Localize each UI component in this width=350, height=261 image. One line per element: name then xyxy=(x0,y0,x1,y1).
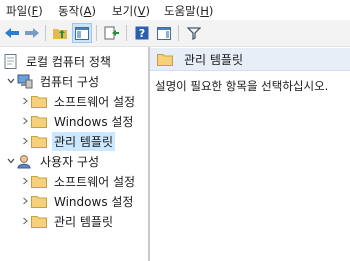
tree-item-label: Windows 설정 xyxy=(54,194,134,209)
help-icon[interactable]: ? xyxy=(132,23,152,43)
tree-item-label: 관리 템플릿 xyxy=(52,131,116,151)
tree-item-computer-windows-settings[interactable]: Windows 설정 xyxy=(20,111,135,131)
menu-bar: 파일(F) 동작(A) 보기(V) 도움말(H) xyxy=(0,0,350,20)
menu-view[interactable]: 보기(V) xyxy=(112,3,150,19)
tree-item-computer-admin-templates[interactable]: 관리 템플릿 xyxy=(20,131,116,151)
tree-item-computer-config[interactable]: 컴퓨터 구성 xyxy=(6,71,101,91)
tree-item-user-config[interactable]: 사용자 구성 xyxy=(6,151,101,171)
tree-item-label: 컴퓨터 구성 xyxy=(40,74,100,89)
folder-icon xyxy=(30,213,48,229)
tree-item-computer-software-settings[interactable]: 소프트웨어 설정 xyxy=(20,91,137,111)
filter-icon[interactable] xyxy=(184,23,204,43)
menu-help[interactable]: 도움말(H) xyxy=(164,3,213,19)
toolbar-separator xyxy=(45,25,46,41)
chevron-right-icon[interactable] xyxy=(20,193,30,209)
toolbar-separator xyxy=(178,25,179,41)
chevron-down-icon[interactable] xyxy=(6,153,16,169)
export-list-icon[interactable] xyxy=(102,23,122,43)
folder-icon xyxy=(30,173,48,189)
tree-item-user-windows-settings[interactable]: Windows 설정 xyxy=(20,191,135,211)
forward-arrow-icon[interactable] xyxy=(22,23,42,43)
svg-text:?: ? xyxy=(139,27,145,40)
back-arrow-icon[interactable] xyxy=(2,23,22,43)
folder-icon xyxy=(30,93,48,109)
toolbar-separator xyxy=(96,25,97,41)
tree-item-label: 로컬 컴퓨터 정책 xyxy=(26,54,111,69)
up-folder-icon[interactable] xyxy=(50,23,70,43)
detail-pane: 관리 템플릿 설명이 필요한 항목을 선택하십시오. xyxy=(150,47,350,261)
detail-header: 관리 템플릿 xyxy=(150,48,350,71)
user-icon xyxy=(16,153,34,169)
chevron-down-icon[interactable] xyxy=(6,73,16,89)
chevron-right-icon[interactable] xyxy=(20,133,30,149)
tree-item-label: Windows 설정 xyxy=(54,114,134,129)
chevron-right-icon[interactable] xyxy=(20,113,30,129)
policy-document-icon xyxy=(2,53,20,69)
show-hide-action-pane-icon[interactable] xyxy=(154,23,174,43)
tree-item-label: 관리 템플릿 xyxy=(54,214,114,229)
chevron-right-icon[interactable] xyxy=(20,93,30,109)
chevron-right-icon[interactable] xyxy=(20,213,30,229)
toolbar-separator xyxy=(126,25,127,41)
tree-item-user-software-settings[interactable]: 소프트웨어 설정 xyxy=(20,171,137,191)
folder-icon xyxy=(30,193,48,209)
console-tree: 로컬 컴퓨터 정책 컴퓨터 구성 소프트웨어 설정 Windows 설정 관리 … xyxy=(0,47,148,261)
detail-description: 설명이 필요한 항목을 선택하십시오. xyxy=(155,79,329,93)
show-hide-console-tree-icon[interactable] xyxy=(72,23,92,43)
tree-item-local-computer-policy[interactable]: 로컬 컴퓨터 정책 xyxy=(2,51,113,71)
tree-item-label: 소프트웨어 설정 xyxy=(54,174,136,189)
tree-item-label: 소프트웨어 설정 xyxy=(54,94,136,109)
menu-action[interactable]: 동작(A) xyxy=(58,3,96,19)
detail-header-title: 관리 템플릿 xyxy=(184,52,244,67)
folder-icon xyxy=(30,133,48,149)
toolbar: ? xyxy=(0,20,350,47)
tree-item-user-admin-templates[interactable]: 관리 템플릿 xyxy=(20,211,115,231)
folder-icon xyxy=(30,113,48,129)
menu-file[interactable]: 파일(F) xyxy=(6,3,43,19)
chevron-right-icon[interactable] xyxy=(20,173,30,189)
tree-item-label: 사용자 구성 xyxy=(40,154,100,169)
computer-icon xyxy=(16,73,34,89)
folder-icon xyxy=(156,51,174,67)
